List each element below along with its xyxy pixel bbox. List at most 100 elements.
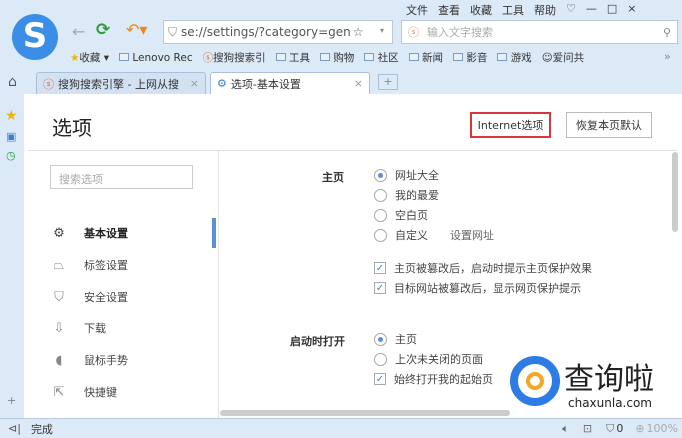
shield-icon: ⛉ [54, 289, 64, 305]
menu-bar: 文件 查看 收藏 工具 帮助 ♡ — □ × [396, 2, 637, 18]
minimize-button[interactable]: — [586, 2, 597, 18]
search-input[interactable]: 输入文字搜索 [427, 24, 493, 40]
maximize-button[interactable]: □ [607, 2, 617, 18]
search-icon[interactable]: ⚲ [663, 26, 671, 39]
homepage-label: 主页 [322, 171, 344, 184]
folder-icon [497, 53, 508, 61]
address-input[interactable]: se://settings/?category=gen [181, 25, 351, 39]
shortcut-icon: ⇱ [53, 384, 65, 400]
vertical-scrollbar[interactable] [672, 152, 678, 232]
tab-close-icon[interactable]: × [190, 77, 199, 90]
adblock-count: 0 [616, 422, 624, 435]
watermark-q-icon [510, 356, 560, 406]
tab-settings[interactable]: ⚙ 选项-基本设置 × [210, 72, 370, 94]
folder-icon [453, 53, 463, 61]
address-dropdown-icon[interactable]: ▾ [380, 26, 384, 35]
sogou-search-icon: ⓢ [408, 26, 419, 39]
menu-view[interactable]: 查看 [438, 2, 460, 18]
radio-favorites[interactable]: 我的最爱 [374, 185, 634, 205]
set-url-link[interactable]: 设置网址 [450, 227, 494, 243]
back-icon[interactable]: ← [72, 22, 85, 41]
download-icon: ⇩ [53, 320, 65, 336]
skin-icon[interactable]: ♡ [566, 2, 576, 18]
tab-close-icon[interactable]: × [354, 77, 363, 90]
bookmark-tools[interactable]: 工具 [275, 50, 310, 65]
sidebar-toggle-icon[interactable]: ⊲| [8, 422, 21, 435]
folder-icon [319, 53, 330, 61]
check-homepage-protect[interactable]: ✓ 主页被篡改后，启动时提示主页保护效果 [374, 258, 634, 278]
zoom-icon[interactable]: ⊕ [635, 422, 644, 435]
menu-favorites[interactable]: 收藏 [470, 2, 492, 18]
bookmark-news[interactable]: 新闻 [408, 50, 443, 65]
nav-divider [218, 150, 219, 418]
undo-icon[interactable]: ↶▾ [126, 20, 147, 39]
address-bar[interactable]: ⛉ se://settings/?category=gen ☆ [163, 20, 393, 44]
bookmark-favorites[interactable]: ★收藏 ▾ [70, 50, 109, 65]
restore-default-button[interactable]: 恢复本页默认 [566, 112, 652, 138]
nav-tabs[interactable]: ⏢ 标签设置 [28, 250, 218, 280]
bookmark-shopping[interactable]: 购物 [319, 50, 354, 65]
folder-icon [364, 53, 375, 61]
nav-download[interactable]: ⇩ 下载 [28, 313, 218, 343]
menu-tools[interactable]: 工具 [502, 2, 524, 18]
bookmark-lenovo[interactable]: Lenovo Rec [119, 52, 193, 64]
mouse-icon: ◖ [55, 352, 63, 368]
shield-icon: ⛉ [168, 24, 178, 39]
refresh-icon[interactable]: ⟳ [96, 20, 110, 40]
sogou-logo[interactable]: S [12, 14, 58, 60]
internet-options-button[interactable]: Internet选项 [470, 112, 551, 138]
star-icon[interactable]: ☆ [353, 25, 364, 39]
folder-icon [408, 53, 419, 61]
tab-icon: ⏢ [53, 257, 65, 273]
radio-navigation[interactable]: 网址大全 [374, 165, 634, 185]
radio-blank[interactable]: 空白页 [374, 205, 634, 225]
nav-security[interactable]: ⛉ 安全设置 [28, 282, 218, 312]
nav-shortcuts[interactable]: ⇱ 快捷键 [28, 377, 218, 407]
folder-icon [275, 53, 286, 61]
bookmark-community[interactable]: 社区 [364, 50, 399, 65]
sound-icon[interactable]: 🔈︎ [562, 422, 569, 436]
watermark-logo: 查询啦 chaxunla.com [506, 352, 682, 412]
homepage-options: 网址大全 我的最爱 空白页 自定义 设置网址 ✓ 主页被篡改后，启动时提示主页保护效… [374, 165, 634, 298]
add-icon[interactable]: + [7, 394, 16, 407]
nav-mouse-gesture[interactable]: ◖ 鼠标手势 [28, 345, 218, 375]
sogou-icon: ⓢ [43, 77, 54, 91]
horizontal-scrollbar[interactable] [220, 410, 510, 416]
zoom-level[interactable]: 100% [647, 422, 678, 435]
user-icon: ☺ [541, 52, 553, 64]
menu-help[interactable]: 帮助 [534, 2, 556, 18]
bookmark-iask[interactable]: ☺爱问共 [542, 50, 584, 65]
star-icon: ★ [70, 52, 80, 64]
side-toolbar: ★ ▣ ◷ + [0, 94, 24, 418]
status-text: 完成 [30, 422, 53, 436]
bookmark-sogou[interactable]: ⓢ搜狗搜索引 [203, 50, 266, 65]
reader-icon[interactable]: ▣ [6, 130, 24, 143]
settings-search-input[interactable]: 搜索选项 [50, 165, 193, 189]
startup-label: 启动时打开 [290, 335, 345, 348]
bookmark-media[interactable]: 影音 [453, 50, 487, 65]
settings-icon: ⚙ [217, 77, 227, 90]
radio-startup-home[interactable]: 主页 [374, 329, 574, 349]
sogou-icon: ⓢ [202, 52, 214, 64]
favorites-icon[interactable]: ★ [5, 108, 24, 124]
search-box[interactable]: ⓢ 输入文字搜索 ⚲ [401, 20, 678, 44]
more-bookmarks-icon[interactable]: » [664, 50, 671, 63]
screenshot-icon[interactable]: ⊡ [583, 422, 592, 435]
status-bar: ⊲| 完成 🔈︎ ⊡ ⛉ 0 ⊕ 100% [0, 418, 682, 438]
nav-active-indicator [212, 218, 216, 248]
radio-custom[interactable]: 自定义 设置网址 [374, 225, 634, 245]
bookmark-games[interactable]: 游戏 [497, 50, 532, 65]
check-site-protect[interactable]: ✓ 目标网站被篡改后，显示网页保护提示 [374, 278, 634, 298]
home-icon[interactable]: ⌂ [8, 74, 17, 90]
nav-basic[interactable]: ⚙ 基本设置 [28, 218, 218, 248]
new-tab-button[interactable]: + [378, 74, 398, 90]
page-title: 选项 [52, 116, 92, 140]
menu-file[interactable]: 文件 [406, 2, 428, 18]
history-icon[interactable]: ◷ [6, 149, 24, 162]
header-divider [28, 150, 678, 151]
tab-sogou[interactable]: ⓢ 搜狗搜索引擎 - 上网从搜 × [36, 72, 206, 94]
gear-icon: ⚙ [53, 225, 65, 241]
close-button[interactable]: × [627, 2, 636, 18]
folder-icon [119, 52, 130, 61]
adblock-icon[interactable]: ⛉ [606, 422, 614, 436]
